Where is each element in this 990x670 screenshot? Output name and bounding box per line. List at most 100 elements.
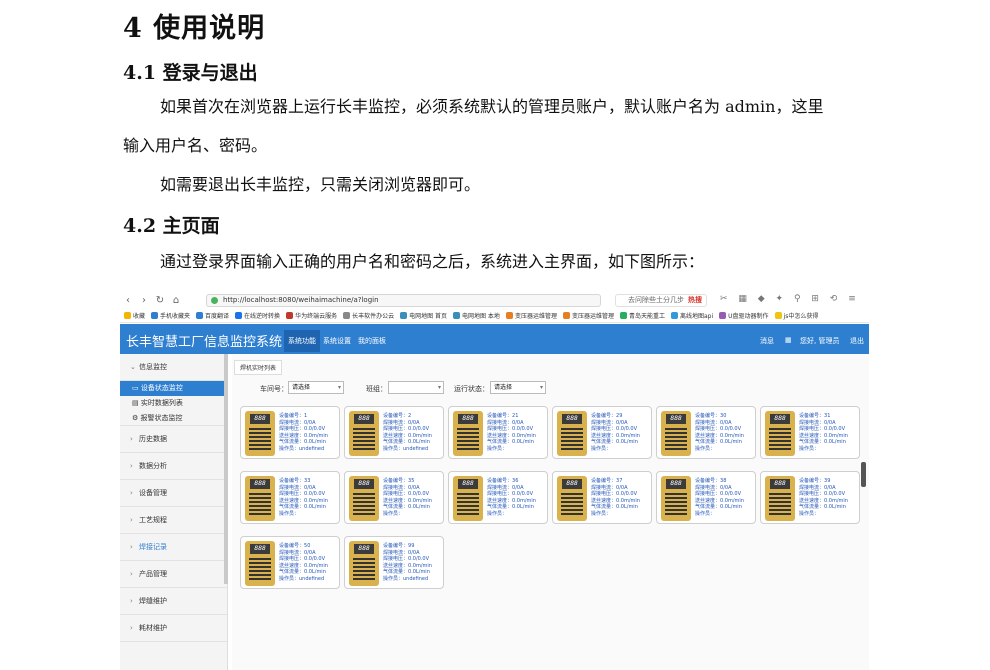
logout-link[interactable]: 退出	[850, 336, 864, 346]
bookmark-label: 华为终端云服务	[295, 313, 338, 320]
bookmark-item[interactable]: 离线地图api	[670, 311, 713, 320]
address-bar[interactable]: http://localhost:8080/weihaimachine/a?lo…	[206, 294, 601, 307]
welder-device-icon: 888	[349, 541, 379, 586]
device-grill	[457, 493, 479, 515]
bookmark-icon	[719, 312, 727, 319]
bookmark-icon	[670, 312, 678, 319]
bookmark-item[interactable]: 华为终端云服务	[286, 311, 337, 320]
device-display: 888	[562, 414, 582, 424]
device-operator-row: 操作员：	[799, 445, 820, 452]
tab-my-panel[interactable]: 我的面板	[355, 334, 389, 348]
device-info: 设备编号：38 焊接电流：0/0A 焊接电压：0.0/0.0V 送丝速度：0.0m/m…	[695, 478, 744, 517]
sidebar-item-device-status[interactable]: ▭ 设备状态监控	[120, 381, 227, 396]
bookmark-label: 变压器运维管理	[514, 313, 557, 320]
url-text: http://localhost:8080/weihaimachine/a?lo…	[223, 296, 379, 304]
sidebar-item-realtime-list[interactable]: ▤ 实时数据列表	[120, 396, 227, 411]
bookmark-item[interactable]: 电网地图 首页	[400, 311, 447, 320]
device-display: 888	[770, 479, 790, 489]
device-card[interactable]: 888 设备编号：21 焊接电流：0/0A 焊接电压：0.0/0.0V 送丝速度：0.0…	[448, 406, 548, 459]
device-operator-row: 操作员：	[695, 445, 716, 452]
device-card[interactable]: 888 设备编号：37 焊接电流：0/0A 焊接电压：0.0/0.0V 送丝速度：0.0…	[552, 471, 652, 524]
team-select[interactable]	[388, 381, 444, 394]
bookmark-item[interactable]: 变压器运维管理	[562, 311, 614, 320]
device-card[interactable]: 888 设备编号：33 焊接电流：0/0A 焊接电压：0.0/0.0V 送丝速度：0.0…	[240, 471, 340, 524]
workshop-select[interactable]: 请选择	[288, 381, 344, 394]
sidebar-group-weld-seam[interactable]: › 焊缝维护	[120, 588, 227, 615]
screenshot-figure: ‹ › ↻ ⌂ http://localhost:8080/weihaimach…	[120, 292, 869, 670]
bookmark-item[interactable]: 手机收藏夹	[151, 311, 190, 320]
sidebar-group-history[interactable]: › 历史数据	[120, 426, 227, 453]
device-grill	[249, 493, 271, 515]
bookmark-item[interactable]: 百度翻译	[196, 311, 229, 320]
app-title: 长丰智慧工厂信息监控系统	[126, 335, 283, 350]
device-grill	[353, 558, 375, 580]
page-scrollbar[interactable]	[861, 462, 866, 487]
sidebar-group-welding[interactable]: › 焊接记录	[120, 534, 227, 561]
menu-icon[interactable]: ▦	[785, 336, 792, 344]
bookmark-icon	[343, 312, 351, 319]
device-card[interactable]: 888 设备编号：2 焊接电流：0/0A 焊接电压：0.0/0.0V 送丝速度：0.0m…	[344, 406, 444, 459]
device-grill	[457, 428, 479, 450]
bookmark-item[interactable]: js中怎么获得	[774, 311, 819, 320]
hot-search[interactable]: 热搜	[688, 296, 702, 304]
tab-system-settings[interactable]: 系统设置	[320, 334, 354, 348]
status-label: 运行状态：	[454, 385, 489, 393]
sidebar-scrollbar[interactable]	[224, 354, 228, 584]
tab-welder-realtime[interactable]: 焊机实时列表	[234, 360, 283, 375]
bookmark-icon	[453, 312, 461, 319]
device-info: 设备编号：31 焊接电流：0/0A 焊接电压：0.0/0.0V 送丝速度：0.0m/m…	[799, 413, 848, 452]
bookmark-item[interactable]: 在线逆时转换	[235, 311, 280, 320]
team-label: 班组：	[366, 385, 387, 393]
bookmark-item[interactable]: U盘驱动器制作	[719, 311, 769, 320]
device-card[interactable]: 888 设备编号：39 焊接电流：0/0A 焊接电压：0.0/0.0V 送丝速度：0.0…	[760, 471, 860, 524]
welder-device-icon: 888	[349, 411, 379, 456]
sidebar-group-label: 设备管理	[139, 489, 167, 497]
reload-icon[interactable]: ↻	[152, 295, 168, 306]
device-card[interactable]: 888 设备编号：50 焊接电流：0/0A 焊接电压：0.0/0.0V 送丝速度：0.0…	[240, 536, 340, 589]
browser-search[interactable]: 去问除些土分几步 热搜	[615, 294, 707, 307]
bookmarks-bar: 收藏 手机收藏夹 百度翻译 在线逆时转换 华为终端云服务 长丰软件办公云 电网地图 首页 电网…	[120, 309, 869, 323]
device-card[interactable]: 888 设备编号：38 焊接电流：0/0A 焊接电压：0.0/0.0V 送丝速度：0.0…	[656, 471, 756, 524]
device-grill	[561, 493, 583, 515]
bookmark-item[interactable]: 收藏	[124, 311, 145, 320]
device-display: 888	[666, 414, 686, 424]
device-card[interactable]: 888 设备编号：36 焊接电流：0/0A 焊接电压：0.0/0.0V 送丝速度：0.0…	[448, 471, 548, 524]
chevron-right-icon: ›	[130, 462, 133, 470]
chevron-right-icon: ›	[130, 435, 133, 443]
user-greeting[interactable]: 您好, 管理员	[800, 336, 839, 346]
forward-icon[interactable]: ›	[136, 295, 152, 306]
sidebar-group-monitoring[interactable]: ⌄ 信息监控	[120, 354, 227, 381]
paragraph-login: 如果首次在浏览器上运行长丰监控，必须系统默认的管理员账户，默认账户名为 admi…	[160, 97, 824, 116]
bookmark-label: js中怎么获得	[783, 313, 819, 320]
device-card[interactable]: 888 设备编号：30 焊接电流：0/0A 焊接电压：0.0/0.0V 送丝速度：0.0…	[656, 406, 756, 459]
bookmark-item[interactable]: 青岛天能重工	[619, 311, 665, 320]
bookmark-item[interactable]: 变压器运维管理	[505, 311, 557, 320]
sidebar-group-process[interactable]: › 工艺规程	[120, 507, 227, 534]
bookmark-item[interactable]: 长丰软件办公云	[343, 311, 394, 320]
messages-link[interactable]: 消息	[760, 336, 774, 346]
welder-device-icon: 888	[661, 476, 691, 521]
device-info: 设备编号：2 焊接电流：0/0A 焊接电压：0.0/0.0V 送丝速度：0.0m/mi…	[383, 413, 432, 452]
bookmark-item[interactable]: 电网地图 本地	[453, 311, 500, 320]
back-icon[interactable]: ‹	[120, 295, 136, 306]
device-display: 888	[354, 414, 374, 424]
sidebar-group-products[interactable]: › 产品管理	[120, 561, 227, 588]
sidebar-item-alarm-status[interactable]: ⚙ 报警状态监控	[120, 411, 227, 426]
sidebar-group-label: 焊缝维护	[139, 597, 167, 605]
tab-system-functions[interactable]: 系统功能	[284, 330, 320, 352]
device-card[interactable]: 888 设备编号：99 焊接电流：0/0A 焊接电压：0.0/0.0V 送丝速度：0.0…	[344, 536, 444, 589]
sidebar-group-devices[interactable]: › 设备管理	[120, 480, 227, 507]
sidebar-group-consumables[interactable]: › 耗材维护	[120, 615, 227, 642]
device-card[interactable]: 888 设备编号：1 焊接电流：0/0A 焊接电压：0.0/0.0V 送丝速度：0.0m…	[240, 406, 340, 459]
device-grill	[249, 428, 271, 450]
home-icon[interactable]: ⌂	[168, 295, 184, 306]
device-card[interactable]: 888 设备编号：29 焊接电流：0/0A 焊接电压：0.0/0.0V 送丝速度：0.0…	[552, 406, 652, 459]
device-card[interactable]: 888 设备编号：31 焊接电流：0/0A 焊接电压：0.0/0.0V 送丝速度：0.0…	[760, 406, 860, 459]
sidebar-group-analysis[interactable]: › 数据分析	[120, 453, 227, 480]
device-card[interactable]: 888 设备编号：35 焊接电流：0/0A 焊接电压：0.0/0.0V 送丝速度：0.0…	[344, 471, 444, 524]
device-operator-row: 操作员：	[695, 510, 716, 517]
device-display: 888	[458, 479, 478, 489]
device-info: 设备编号：30 焊接电流：0/0A 焊接电压：0.0/0.0V 送丝速度：0.0m/m…	[695, 413, 744, 452]
device-operator-row: 操作员：undefined	[383, 575, 429, 582]
status-select[interactable]: 请选择	[490, 381, 546, 394]
